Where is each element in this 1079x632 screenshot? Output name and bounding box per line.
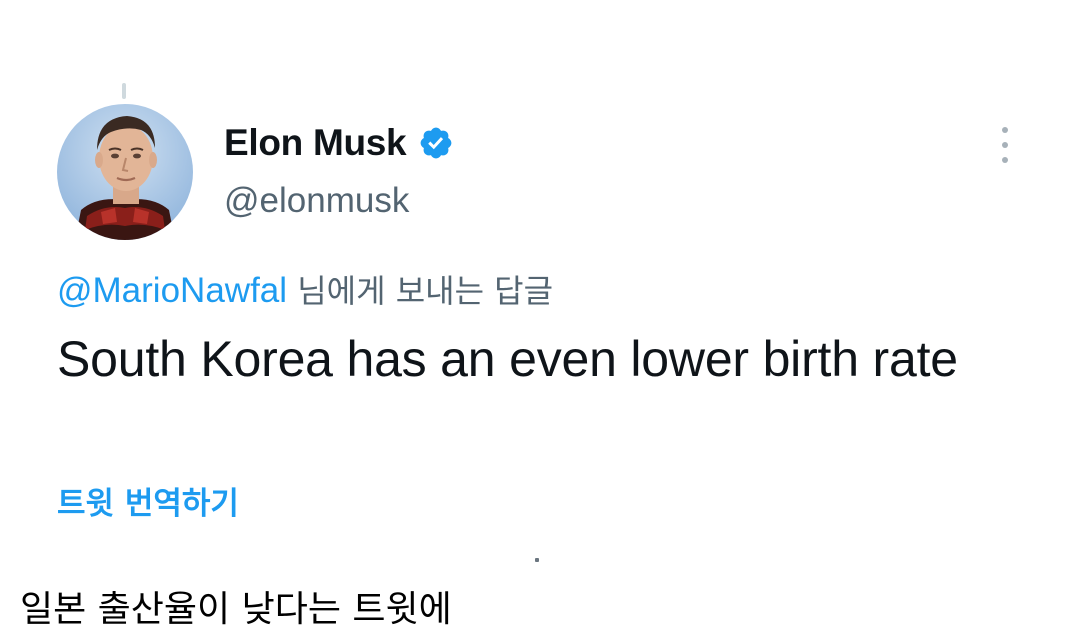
- tweet-text: South Korea has an even lower birth rate: [57, 331, 958, 387]
- thread-connector-line: [122, 83, 126, 99]
- more-vertical-icon[interactable]: [995, 127, 1015, 163]
- translate-tweet-link[interactable]: 트윗 번역하기: [57, 478, 239, 523]
- reply-suffix-text: 님에게 보내는 답글: [287, 272, 554, 310]
- avatar-image: [57, 104, 193, 240]
- more-dot: [1002, 127, 1008, 133]
- more-dot: [1002, 157, 1008, 163]
- separator-mark: [535, 558, 539, 562]
- caption-text: 일본 출산율이 낮다는 트윗에: [20, 589, 452, 630]
- author-display-name[interactable]: Elon Musk: [224, 122, 407, 164]
- author-handle[interactable]: @elonmusk: [224, 181, 409, 221]
- reply-mention-link[interactable]: @MarioNawfal: [57, 271, 287, 310]
- verified-badge-icon: [418, 125, 454, 161]
- author-name-row[interactable]: Elon Musk: [224, 122, 454, 164]
- replying-to-line: @MarioNawfal 님에게 보내는 답글: [57, 266, 553, 312]
- more-dot: [1002, 142, 1008, 148]
- avatar[interactable]: [57, 104, 193, 240]
